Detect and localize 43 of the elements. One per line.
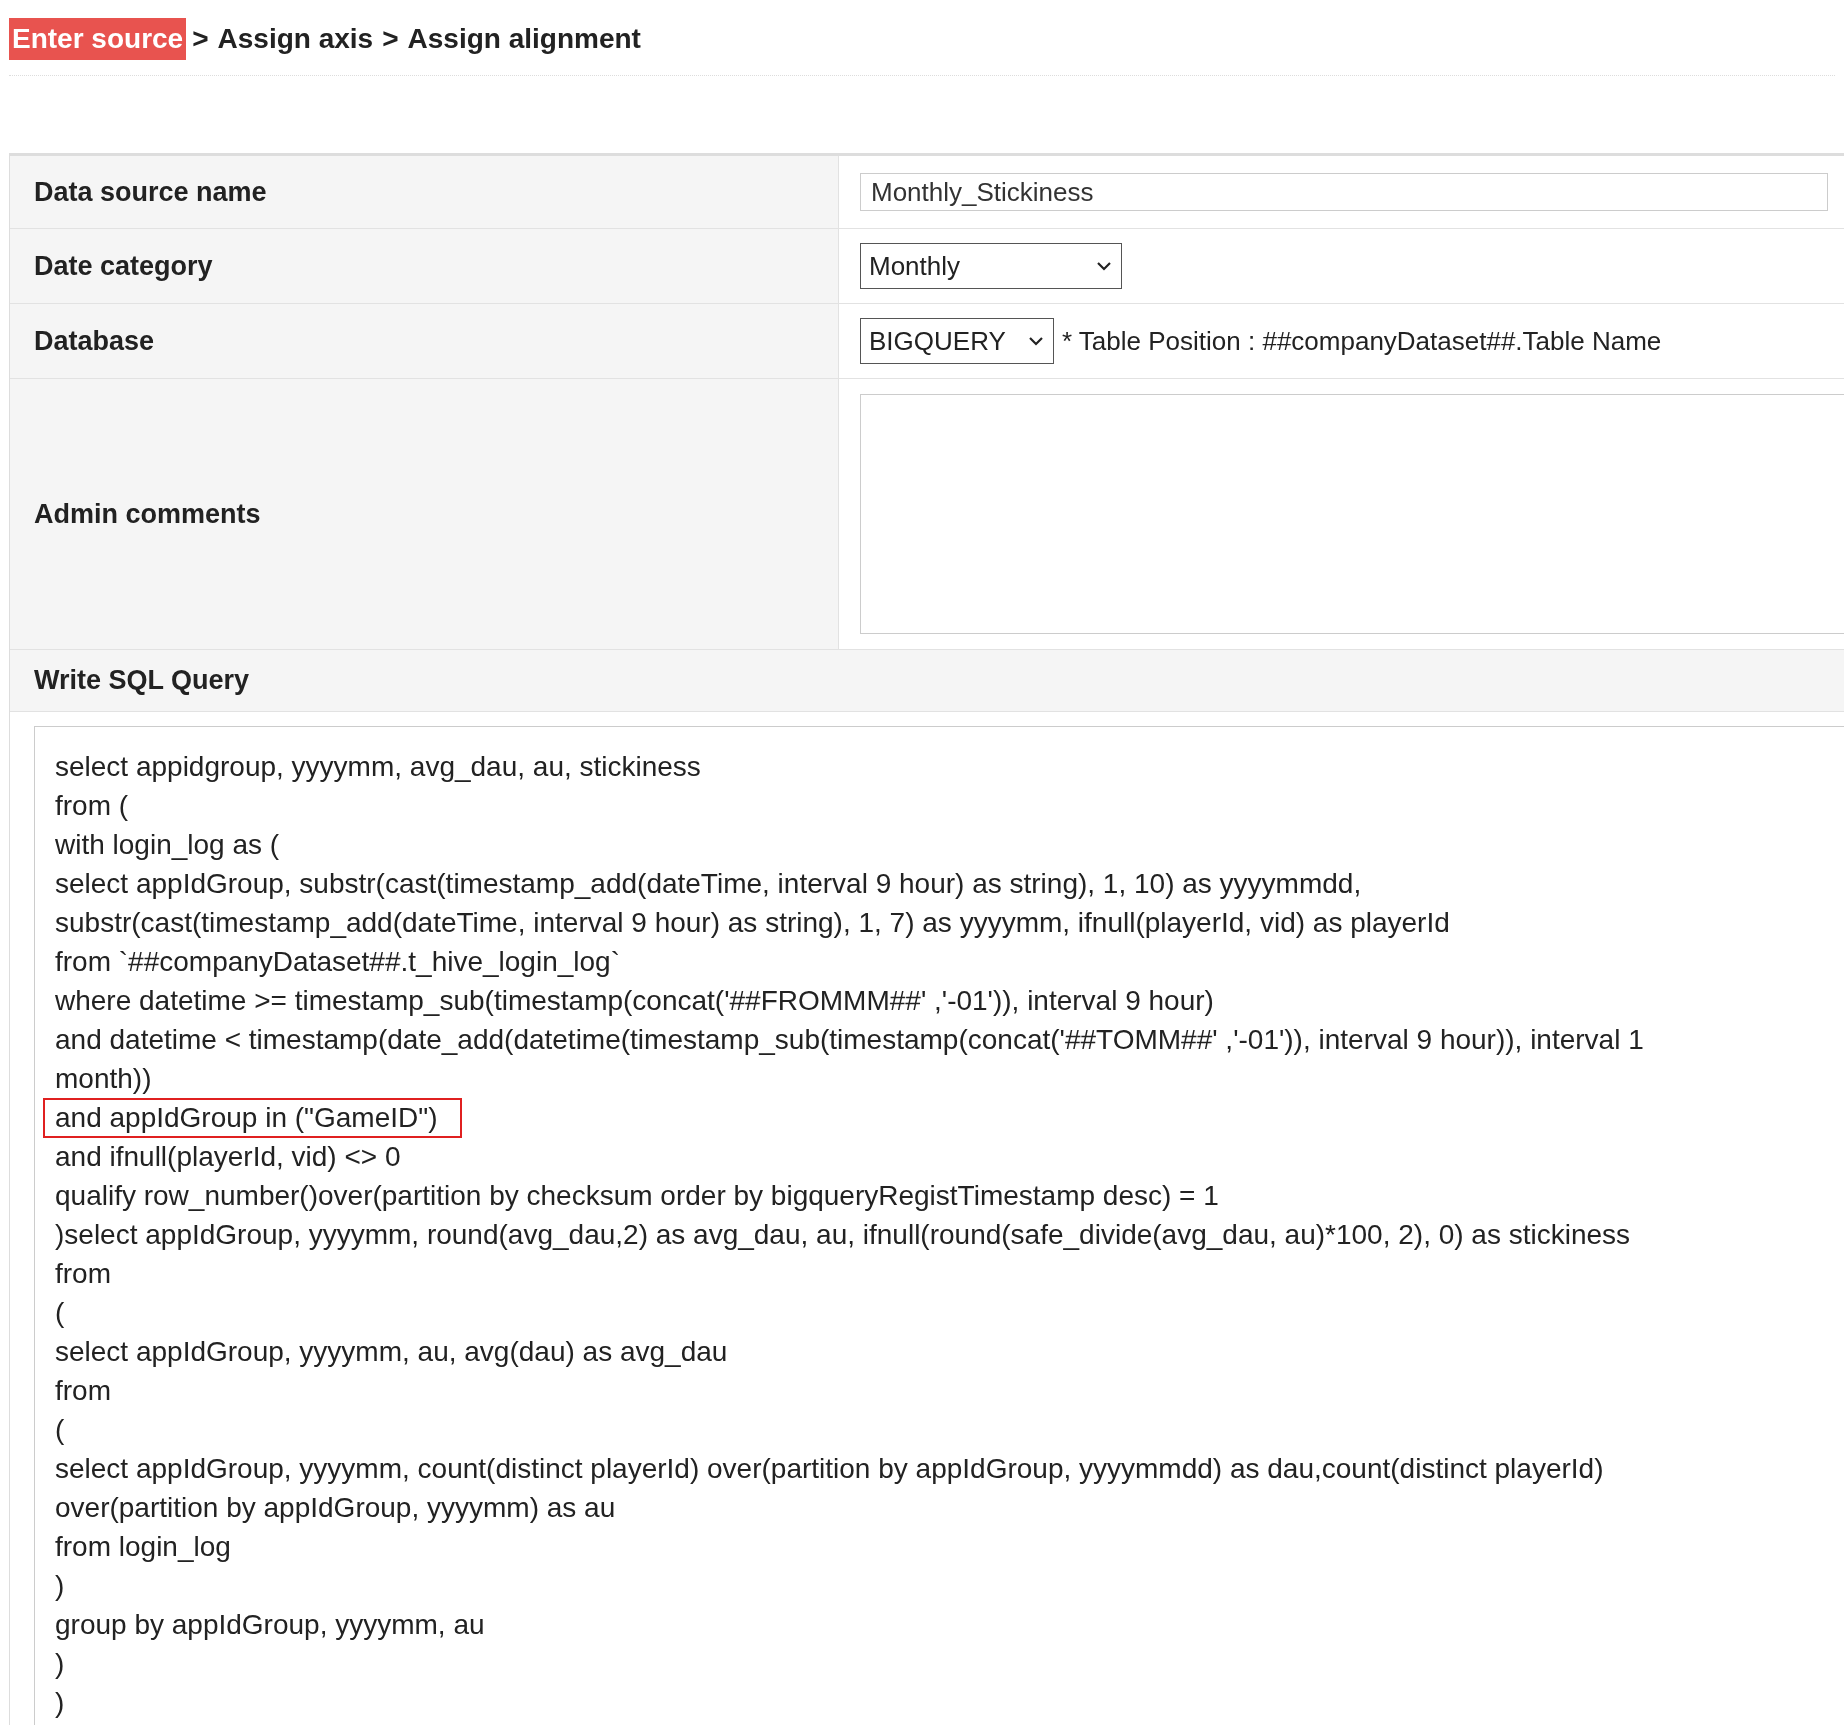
sql-line: qualify row_number()over(partition by checksum order by bigqueryRegistTimestamp desc) = 1: [55, 1178, 1219, 1213]
sql-line: (: [55, 1295, 65, 1330]
chevron-down-icon: [1027, 335, 1045, 347]
breadcrumb-step[interactable]: Enter source: [9, 18, 187, 60]
sql-line: (: [55, 1412, 65, 1447]
sql-line: with login_log as (: [55, 827, 280, 862]
sql-line: where datetime >= timestamp_sub(timestamp(concat('##FROMMM##' ,'-01')), interval 9 hour): [55, 983, 1214, 1018]
sql-line: select appIdGroup, yyyymm, au, avg(dau) as avg_dau: [55, 1334, 728, 1369]
breadcrumb-separator: >: [382, 22, 399, 56]
field-label: Data source name: [34, 175, 267, 209]
sql-line: group by appIdGroup, yyyymm, au: [55, 1607, 485, 1642]
sql-line: ): [55, 1685, 65, 1720]
comments-field[interactable]: [860, 394, 1844, 634]
field-label: Date category: [34, 249, 213, 283]
sql-line: select appidgroup, yyyymm, avg_dau, au, stickiness: [55, 749, 701, 784]
sql-query-field[interactable]: [34, 726, 1844, 1725]
table-position-note: * Table Position : ##companyDataset##.Table Name: [1062, 324, 1662, 358]
field-label: Admin comments: [34, 497, 261, 531]
dropdown[interactable]: BIGQUERY: [860, 318, 1054, 364]
dropdown[interactable]: Monthly: [860, 243, 1122, 289]
field-label: Database: [34, 324, 155, 358]
sql-line: from (: [55, 788, 129, 823]
sql-line: select appIdGroup, yyyymm, count(distinct playerId) over(partition by appIdGroup, yyyymmdd) as dau,count(distinct playerId): [55, 1451, 1604, 1486]
breadcrumb-step[interactable]: Assign axis: [214, 18, 377, 60]
chevron-down-icon: [1095, 260, 1113, 272]
sql-line: from login_log: [55, 1529, 231, 1564]
sql-line: ): [55, 1568, 65, 1603]
sql-line: and ifnull(playerId, vid) <> 0: [55, 1139, 401, 1174]
sql-line: substr(cast(timestamp_add(dateTime, interval 9 hour) as string), 1, 7) as yyyymm, ifnull(playerId, vid) as playerId: [55, 905, 1450, 940]
section-label: Write SQL Query: [34, 664, 250, 698]
breadcrumb-separator: >: [192, 22, 209, 56]
sql-line: and appIdGroup in ("GameID"): [45, 1099, 460, 1136]
sql-line: from: [55, 1373, 111, 1408]
sql-line: ): [55, 1646, 65, 1681]
sql-line: and datetime < timestamp(date_add(datetime(timestamp_sub(timestamp(concat('##TOMM##' ,'-01')), interval 9 hour)), interval 1: [55, 1022, 1644, 1057]
sql-line: select appIdGroup, substr(cast(timestamp_add(dateTime, interval 9 hour) as string), 1, 10) as yyyymmdd,: [55, 866, 1362, 901]
sql-line: from: [55, 1256, 111, 1291]
sql-line: )select appIdGroup, yyyymm, round(avg_dau,2) as avg_dau, au, ifnull(round(safe_divide(avg_dau, au)*100, 2), 0) as stickiness: [55, 1217, 1631, 1252]
text-field[interactable]: Monthly_Stickiness: [860, 173, 1828, 211]
sql-line: over(partition by appIdGroup, yyyymm) as au: [55, 1490, 616, 1525]
breadcrumb-step[interactable]: Assign alignment: [404, 18, 644, 60]
sql-line: from `##companyDataset##.t_hive_login_log`: [55, 944, 620, 979]
sql-line: month)): [55, 1061, 152, 1096]
